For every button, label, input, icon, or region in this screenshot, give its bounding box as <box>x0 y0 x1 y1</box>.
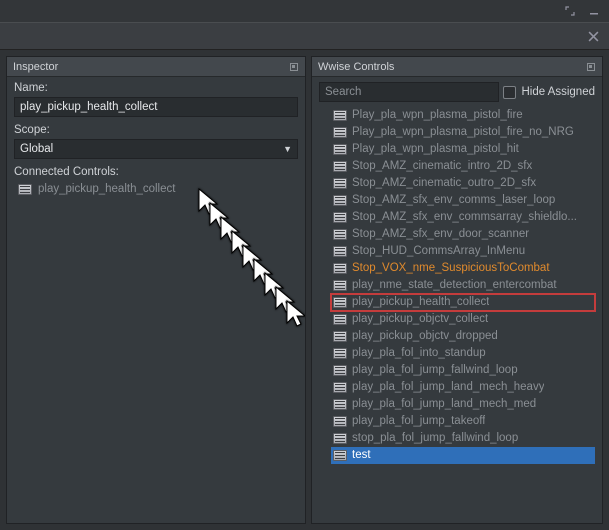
event-icon <box>333 161 347 172</box>
titlebar-inner <box>0 22 609 50</box>
event-icon <box>333 365 347 376</box>
event-icon <box>333 212 347 223</box>
name-field[interactable] <box>14 97 298 117</box>
tree-item-label: play_pickup_objctv_collect <box>352 311 488 328</box>
tree-item[interactable]: play_nme_state_detection_entercombat <box>331 277 595 294</box>
expand-icon[interactable] <box>565 6 575 16</box>
popout-icon[interactable] <box>289 62 299 72</box>
event-icon <box>18 184 32 195</box>
tree-item-label: play_pla_fol_jump_fallwind_loop <box>352 362 518 379</box>
event-icon <box>333 297 347 308</box>
tree-item[interactable]: play_pla_fol_jump_land_mech_med <box>331 396 595 413</box>
connected-controls-label: Connected Controls: <box>14 166 298 178</box>
tree-item[interactable]: Stop_AMZ_sfx_env_commsarray_shieldlo... <box>331 209 595 226</box>
search-input[interactable] <box>319 82 499 102</box>
tree-item-label: play_pla_fol_jump_land_mech_heavy <box>352 379 544 396</box>
event-icon <box>333 314 347 325</box>
tree-item-label: play_pickup_objctv_dropped <box>352 328 498 345</box>
event-icon <box>333 450 347 461</box>
tree-item-label: Stop_VOX_nme_SuspiciousToCombat <box>352 260 550 277</box>
event-icon <box>333 263 347 274</box>
scope-value: Global <box>20 143 53 155</box>
tree-item[interactable]: play_pla_fol_jump_fallwind_loop <box>331 362 595 379</box>
hide-assigned-label: Hide Assigned <box>521 86 595 98</box>
tree-item[interactable]: Stop_VOX_nme_SuspiciousToCombat <box>331 260 595 277</box>
event-icon <box>333 110 347 121</box>
tree-item-label: Stop_AMZ_sfx_env_door_scanner <box>352 226 529 243</box>
tree-item[interactable]: play_pla_fol_jump_land_mech_heavy <box>331 379 595 396</box>
tree-item[interactable]: Stop_HUD_CommsArray_InMenu <box>331 243 595 260</box>
inspector-panel: Inspector Name: Scope: Global ▼ Connecte… <box>6 56 306 524</box>
event-icon <box>333 144 347 155</box>
popout-icon[interactable] <box>586 62 596 72</box>
tree-item[interactable]: test <box>331 447 595 464</box>
connected-control-label: play_pickup_health_collect <box>38 183 175 195</box>
scope-label: Scope: <box>14 124 298 136</box>
hide-assigned-checkbox[interactable] <box>503 86 516 99</box>
titlebar-outer <box>0 0 609 22</box>
inspector-title: Inspector <box>13 61 58 73</box>
tree-item-label: Stop_AMZ_sfx_env_commsarray_shieldlo... <box>352 209 577 226</box>
tree-item-label: stop_pla_fol_jump_fallwind_loop <box>352 430 518 447</box>
tree-item-label: test <box>352 447 371 464</box>
event-icon <box>333 348 347 359</box>
tree-item[interactable]: Stop_AMZ_sfx_env_comms_laser_loop <box>331 192 595 209</box>
event-icon <box>333 382 347 393</box>
tree-item[interactable]: play_pickup_health_collect <box>331 294 595 311</box>
tree-item[interactable]: Play_pla_wpn_plasma_pistol_hit <box>331 141 595 158</box>
tree-item-label: play_nme_state_detection_entercombat <box>352 277 557 294</box>
event-icon <box>333 280 347 291</box>
wwise-tree: Play_pla_wpn_plasma_pistol_firePlay_pla_… <box>319 107 595 464</box>
wwise-controls-panel: Wwise Controls Hide Assigned Play_pla_wp… <box>311 56 603 524</box>
connected-control-item[interactable]: play_pickup_health_collect <box>14 181 298 197</box>
event-icon <box>333 416 347 427</box>
tree-item-label: play_pla_fol_jump_takeoff <box>352 413 485 430</box>
tree-item[interactable]: Stop_AMZ_sfx_env_door_scanner <box>331 226 595 243</box>
tree-item[interactable]: Play_pla_wpn_plasma_pistol_fire_no_NRG <box>331 124 595 141</box>
tree-item-label: Play_pla_wpn_plasma_pistol_hit <box>352 141 519 158</box>
tree-item[interactable]: play_pickup_objctv_dropped <box>331 328 595 345</box>
tree-item-label: Stop_AMZ_cinematic_intro_2D_sfx <box>352 158 532 175</box>
tree-item[interactable]: Stop_AMZ_cinematic_outro_2D_sfx <box>331 175 595 192</box>
tree-item-label: Stop_HUD_CommsArray_InMenu <box>352 243 525 260</box>
name-label: Name: <box>14 82 298 94</box>
event-icon <box>333 331 347 342</box>
wwise-controls-header: Wwise Controls <box>312 57 602 77</box>
connected-controls-list: play_pickup_health_collect <box>14 181 298 197</box>
tree-item[interactable]: play_pickup_objctv_collect <box>331 311 595 328</box>
event-icon <box>333 178 347 189</box>
close-icon[interactable] <box>588 31 599 42</box>
chevron-down-icon: ▼ <box>283 144 292 154</box>
wwise-controls-title: Wwise Controls <box>318 61 394 73</box>
event-icon <box>333 399 347 410</box>
minimize-icon[interactable] <box>589 6 599 16</box>
tree-item-label: play_pla_fol_into_standup <box>352 345 486 362</box>
event-icon <box>333 433 347 444</box>
event-icon <box>333 229 347 240</box>
scope-dropdown[interactable]: Global ▼ <box>14 139 298 159</box>
tree-item[interactable]: Play_pla_wpn_plasma_pistol_fire <box>331 107 595 124</box>
tree-item-label: Stop_AMZ_cinematic_outro_2D_sfx <box>352 175 536 192</box>
tree-item[interactable]: play_pla_fol_jump_takeoff <box>331 413 595 430</box>
tree-item[interactable]: play_pla_fol_into_standup <box>331 345 595 362</box>
tree-item[interactable]: stop_pla_fol_jump_fallwind_loop <box>331 430 595 447</box>
tree-item-label: Stop_AMZ_sfx_env_comms_laser_loop <box>352 192 555 209</box>
hide-assigned-toggle[interactable]: Hide Assigned <box>503 86 595 99</box>
tree-item-label: Play_pla_wpn_plasma_pistol_fire_no_NRG <box>352 124 574 141</box>
event-icon <box>333 195 347 206</box>
tree-item-label: play_pla_fol_jump_land_mech_med <box>352 396 536 413</box>
tree-item-label: Play_pla_wpn_plasma_pistol_fire <box>352 107 523 124</box>
tree-item-label: play_pickup_health_collect <box>352 294 489 311</box>
tree-item[interactable]: Stop_AMZ_cinematic_intro_2D_sfx <box>331 158 595 175</box>
inspector-header: Inspector <box>7 57 305 77</box>
event-icon <box>333 246 347 257</box>
event-icon <box>333 127 347 138</box>
